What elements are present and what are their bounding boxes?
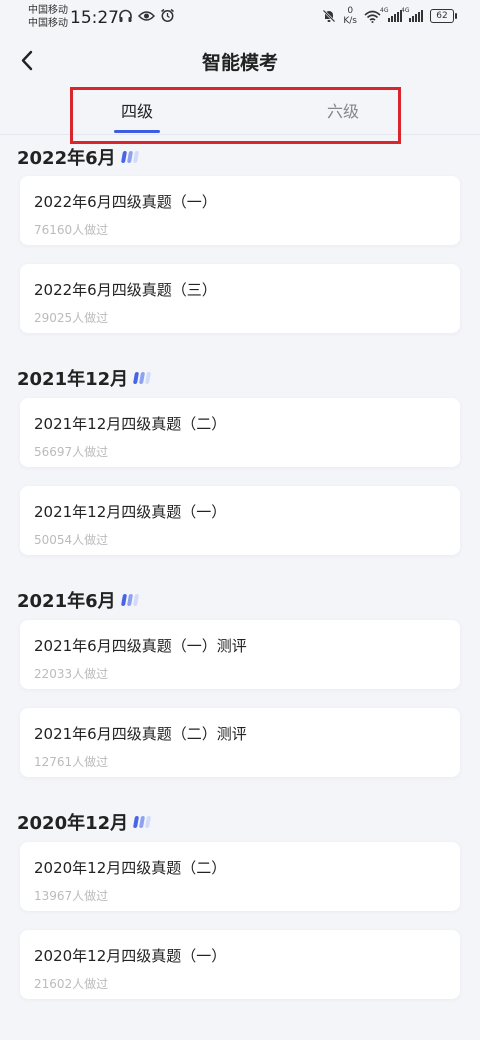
section-header: 2020年12月 [0, 789, 480, 842]
exam-count: 29025人做过 [34, 311, 109, 325]
exam-count: 76160人做过 [34, 223, 109, 237]
exam-card[interactable]: 2021年6月四级真题（一）测评 22033人做过 [20, 620, 460, 689]
exam-count: 56697人做过 [34, 445, 109, 459]
status-bar: 中国移动 中国移动 15:27 0 K/s 4G 4G 62 [0, 0, 480, 36]
nav-bar: 智能模考 [0, 36, 480, 86]
carrier-labels: 中国移动 中国移动 [28, 4, 68, 30]
wifi-icon [364, 10, 381, 23]
section-title: 2020年12月 [17, 813, 129, 834]
status-time: 15:27 [70, 8, 119, 28]
exam-title: 2022年6月四级真题（一） [34, 193, 217, 211]
exam-card[interactable]: 2021年12月四级真题（一） 50054人做过 [20, 486, 460, 555]
cell-signal-2-icon: 4G [401, 7, 423, 22]
exam-title: 2022年6月四级真题（三） [34, 281, 217, 299]
exam-count: 50054人做过 [34, 533, 109, 547]
exam-card[interactable]: 2022年6月四级真题（一） 76160人做过 [20, 176, 460, 245]
exam-card[interactable]: 2021年12月四级真题（二） 56697人做过 [20, 398, 460, 467]
exam-count: 22033人做过 [34, 667, 109, 681]
page-title: 智能模考 [201, 52, 278, 74]
status-icons-right: 0 K/s 4G 4G 62 [322, 6, 457, 26]
battery-indicator: 62 [430, 9, 457, 23]
section-title: 2022年6月 [17, 148, 116, 169]
exam-card[interactable]: 2021年6月四级真题（二）测评 12761人做过 [20, 708, 460, 777]
exam-title: 2020年12月四级真题（二） [34, 859, 227, 877]
exam-list: 2022年6月 2022年6月四级真题（一） 76160人做过 2022年6月四… [0, 136, 480, 999]
cell-signal-1-icon: 4G [380, 7, 402, 22]
headphones-icon [119, 9, 132, 22]
exam-title: 2021年6月四级真题（一）测评 [34, 637, 247, 655]
mute-bell-icon [323, 9, 336, 23]
section-title: 2021年12月 [17, 369, 129, 390]
status-icons-left [118, 8, 175, 23]
eye-icon [138, 10, 155, 21]
section-header: 2022年6月 [0, 136, 480, 176]
exam-title: 2021年12月四级真题（二） [34, 415, 227, 433]
exam-count: 12761人做过 [34, 755, 109, 769]
exam-count: 21602人做过 [34, 977, 109, 991]
decor-bars-icon [133, 372, 152, 384]
exam-card[interactable]: 2022年6月四级真题（三） 29025人做过 [20, 264, 460, 333]
section-title: 2021年6月 [17, 591, 116, 612]
decor-bars-icon [133, 816, 152, 828]
exam-card[interactable]: 2020年12月四级真题（二） 13967人做过 [20, 842, 460, 911]
carrier-2: 中国移动 [28, 18, 68, 29]
alarm-icon [161, 8, 174, 22]
decor-bars-icon [120, 151, 139, 163]
section-header: 2021年12月 [0, 345, 480, 398]
carrier-1: 中国移动 [28, 5, 68, 16]
exam-count: 13967人做过 [34, 889, 109, 903]
exam-title: 2021年6月四级真题（二）测评 [34, 725, 247, 743]
network-speed: 0 K/s [343, 6, 357, 26]
decor-bars-icon [120, 594, 139, 606]
section-header: 2021年6月 [0, 567, 480, 620]
exam-title: 2020年12月四级真题（一） [34, 947, 227, 965]
exam-card[interactable]: 2020年12月四级真题（一） 21602人做过 [20, 930, 460, 999]
exam-title: 2021年12月四级真题（一） [34, 503, 227, 521]
